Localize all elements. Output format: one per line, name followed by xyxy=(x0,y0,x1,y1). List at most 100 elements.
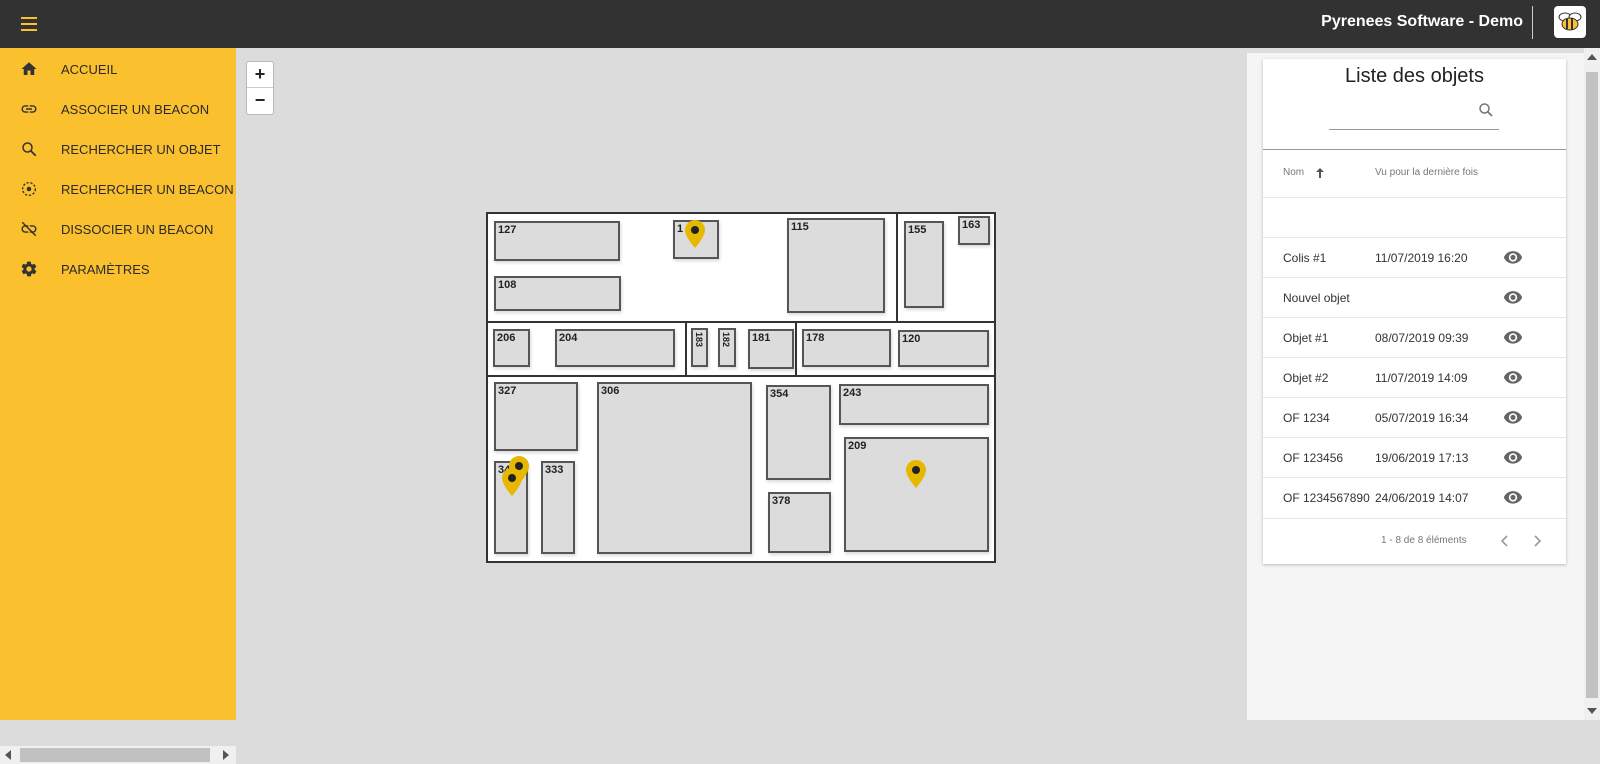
scrollbar-thumb[interactable] xyxy=(1586,72,1598,698)
location-pin-icon[interactable] xyxy=(905,459,927,489)
table-row[interactable]: OF 1234567890 24/06/2019 14:07 xyxy=(1263,477,1566,518)
sort-ascending-icon[interactable] xyxy=(1315,167,1325,179)
zone-cell[interactable]: 127 xyxy=(494,221,620,261)
zone-cell[interactable]: 163 xyxy=(958,216,990,245)
zone-label: 327 xyxy=(498,385,517,397)
zoom-out-button[interactable]: − xyxy=(247,88,273,114)
table-row[interactable]: Objet #1 08/07/2019 09:39 xyxy=(1263,317,1566,358)
zone-cell[interactable]: 155 xyxy=(904,221,944,308)
sidebar-item-label: RECHERCHER UN BEACON xyxy=(61,182,234,197)
app-title: Pyrenees Software - Demo xyxy=(1321,13,1523,30)
zone-cell[interactable]: 182 xyxy=(718,328,736,367)
zone-label: 206 xyxy=(497,332,516,344)
sidebar-item-label: PARAMÈTRES xyxy=(61,262,150,277)
zone-label: 120 xyxy=(902,333,921,345)
table-row[interactable] xyxy=(1263,197,1566,238)
location-pin-icon[interactable] xyxy=(501,467,523,497)
eye-icon[interactable] xyxy=(1503,249,1523,265)
row-name: Nouvel objet xyxy=(1283,291,1350,305)
gear-icon xyxy=(21,261,37,277)
zone-label: 127 xyxy=(498,224,517,236)
zone-cell[interactable]: 327 xyxy=(494,382,578,451)
floor-plan[interactable]: 127 1 115 155 163 108 206 204 183 182 18… xyxy=(486,212,996,563)
zone-cell[interactable]: 183 xyxy=(691,328,708,367)
divider xyxy=(1263,149,1566,150)
sidebar-item-label: DISSOCIER UN BEACON xyxy=(61,222,214,237)
scroll-down-icon[interactable] xyxy=(1587,708,1597,714)
row-name: OF 1234567890 xyxy=(1283,491,1370,505)
zoom-in-button[interactable]: + xyxy=(247,62,273,88)
zone-cell[interactable]: 181 xyxy=(748,329,794,369)
zone-cell[interactable]: 120 xyxy=(898,330,989,367)
sidebar: ACCUEIL ASSOCIER UN BEACON RECHERCHER UN… xyxy=(0,48,236,764)
table-row[interactable]: Objet #2 11/07/2019 14:09 xyxy=(1263,357,1566,398)
eye-icon[interactable] xyxy=(1503,369,1523,385)
sidebar-item-parametres[interactable]: PARAMÈTRES xyxy=(0,249,236,289)
scrollbar-thumb[interactable] xyxy=(20,748,210,762)
table-row[interactable]: OF 123456 19/06/2019 17:13 xyxy=(1263,437,1566,478)
scroll-left-icon[interactable] xyxy=(5,750,11,760)
zone-cell[interactable]: 333 xyxy=(541,461,575,554)
chevron-left-icon[interactable] xyxy=(1497,533,1513,549)
zone-cell[interactable]: 243 xyxy=(839,384,989,425)
row-last-seen: 11/07/2019 16:20 xyxy=(1375,251,1468,265)
scroll-up-icon[interactable] xyxy=(1587,54,1597,60)
zone-label: 333 xyxy=(545,464,564,476)
zone-label: 209 xyxy=(848,440,867,452)
zone-label: 178 xyxy=(806,332,825,344)
paginator: 1 - 8 de 8 éléments xyxy=(1263,518,1566,565)
sidebar-item-rechercher-objet[interactable]: RECHERCHER UN OBJET xyxy=(0,129,236,169)
zone-cell[interactable]: 206 xyxy=(493,329,530,367)
zone-label: 108 xyxy=(498,279,517,291)
table-row[interactable]: Colis #1 11/07/2019 16:20 xyxy=(1263,237,1566,278)
vertical-scrollbar[interactable] xyxy=(1584,48,1600,720)
row-name: Objet #2 xyxy=(1283,371,1329,385)
sidebar-item-accueil[interactable]: ACCUEIL xyxy=(0,49,236,89)
zone-cell[interactable]: 108 xyxy=(494,276,621,311)
eye-icon[interactable] xyxy=(1503,449,1523,465)
row-name: OF 123456 xyxy=(1283,451,1344,465)
sidebar-item-label: ASSOCIER UN BEACON xyxy=(61,102,210,117)
zone-label: 204 xyxy=(559,332,578,344)
sidebar-item-associer-beacon[interactable]: ASSOCIER UN BEACON xyxy=(0,89,236,129)
search-input[interactable] xyxy=(1329,99,1473,127)
zone-cell[interactable]: 306 xyxy=(597,382,752,554)
zone-cell[interactable]: 204 xyxy=(555,329,675,367)
scroll-right-icon[interactable] xyxy=(223,750,229,760)
row-last-seen: 05/07/2019 16:34 xyxy=(1375,411,1469,425)
object-list-card: Liste des objets Nom Vu pour la dernière… xyxy=(1263,59,1566,564)
zone-cell[interactable]: 209 xyxy=(844,437,989,552)
search-icon[interactable] xyxy=(1477,101,1495,119)
bee-icon[interactable] xyxy=(1554,6,1586,38)
zone-cell[interactable]: 178 xyxy=(802,329,891,367)
title-divider xyxy=(1532,6,1533,39)
table-row[interactable]: OF 1234 05/07/2019 16:34 xyxy=(1263,397,1566,438)
beacon-icon xyxy=(21,181,37,197)
zone-cell[interactable]: 378 xyxy=(768,492,831,553)
zone-label: 378 xyxy=(772,495,791,507)
zone-label: 182 xyxy=(721,332,731,348)
eye-icon[interactable] xyxy=(1503,289,1523,305)
hamburger-icon[interactable] xyxy=(18,14,40,34)
location-pin-icon[interactable] xyxy=(684,219,706,249)
eye-icon[interactable] xyxy=(1503,409,1523,425)
zone-cell[interactable]: 354 xyxy=(766,385,831,480)
horizontal-scrollbar[interactable] xyxy=(0,746,236,764)
column-header-last-seen[interactable]: Vu pour la dernière fois xyxy=(1375,167,1478,178)
sidebar-item-rechercher-beacon[interactable]: RECHERCHER UN BEACON xyxy=(0,169,236,209)
eye-icon[interactable] xyxy=(1503,329,1523,345)
link-off-icon xyxy=(21,221,37,237)
search-field xyxy=(1329,99,1499,130)
zone-label: 155 xyxy=(908,224,927,236)
eye-icon[interactable] xyxy=(1503,489,1523,505)
zone-label: 1 xyxy=(677,223,684,235)
chevron-right-icon[interactable] xyxy=(1529,533,1545,549)
zone-cell[interactable]: 115 xyxy=(787,218,885,313)
column-header-name[interactable]: Nom xyxy=(1283,167,1304,178)
table-row[interactable]: Nouvel objet xyxy=(1263,277,1566,318)
home-icon xyxy=(21,62,37,75)
search-icon xyxy=(22,142,37,157)
zone-label: 354 xyxy=(770,388,789,400)
sidebar-item-dissocier-beacon[interactable]: DISSOCIER UN BEACON xyxy=(0,209,236,249)
link-icon xyxy=(21,105,37,113)
